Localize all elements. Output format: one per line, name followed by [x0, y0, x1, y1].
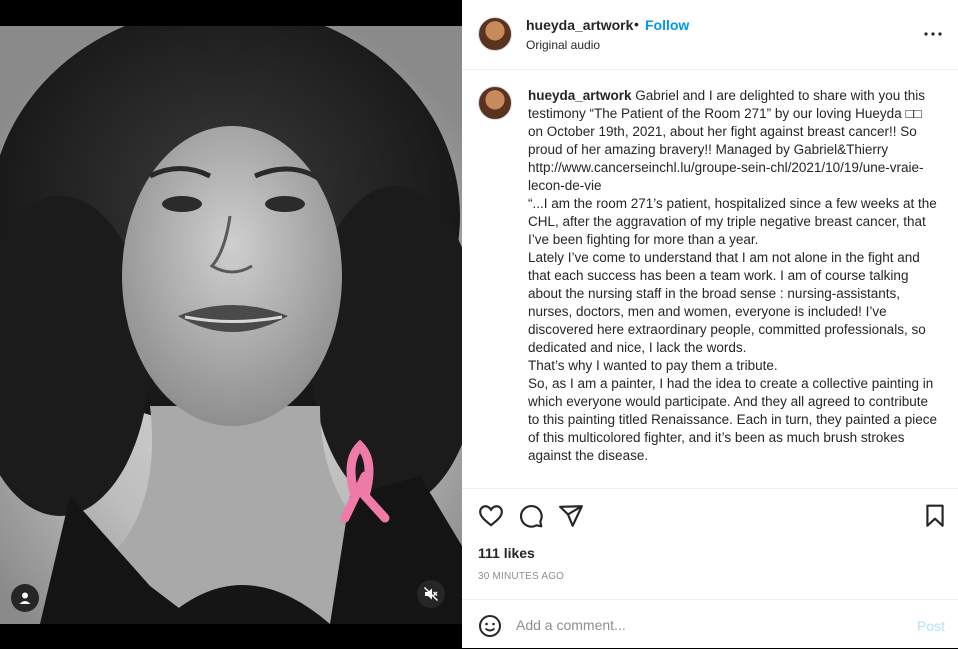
more-horizontal-icon[interactable]	[921, 24, 945, 44]
post-details-panel: hueyda_artwork • Follow Original audio h…	[462, 0, 958, 648]
heart-icon[interactable]	[478, 503, 504, 529]
portrait-illustration	[0, 26, 462, 624]
comment-icon[interactable]	[518, 503, 544, 529]
user-tag-icon	[19, 592, 31, 604]
post-media[interactable]	[0, 0, 462, 648]
caption-section: hueyda_artwork Gabriel and I are delight…	[462, 70, 958, 488]
post-header: hueyda_artwork • Follow Original audio	[462, 0, 958, 70]
separator-dot: •	[634, 16, 639, 32]
post-photo	[0, 26, 462, 624]
audio-mute-button[interactable]	[417, 580, 445, 608]
caption-body: Gabriel and I are delighted to share wit…	[528, 88, 938, 463]
emoji-icon[interactable]	[478, 614, 502, 638]
bookmark-icon[interactable]	[922, 503, 948, 529]
share-icon[interactable]	[558, 503, 584, 529]
follow-button[interactable]: Follow	[645, 17, 689, 33]
post-actions: 111 likes 30 MINUTES AGO	[462, 488, 958, 599]
caption-avatar[interactable]	[478, 86, 512, 120]
user-tag-button[interactable]	[11, 584, 39, 612]
post-timestamp[interactable]: 30 MINUTES AGO	[478, 571, 564, 582]
avatar[interactable]	[478, 17, 512, 51]
caption-username[interactable]: hueyda_artwork	[528, 88, 632, 103]
caption-text: hueyda_artwork Gabriel and I are delight…	[528, 87, 938, 465]
comment-bar: Post	[462, 599, 958, 649]
audio-label[interactable]: Original audio	[526, 38, 600, 52]
post-comment-button[interactable]: Post	[917, 618, 945, 634]
comment-input[interactable]	[516, 614, 896, 636]
header-username[interactable]: hueyda_artwork	[526, 17, 633, 33]
audio-muted-icon	[424, 587, 438, 601]
likes-count[interactable]: 111 likes	[478, 545, 535, 561]
